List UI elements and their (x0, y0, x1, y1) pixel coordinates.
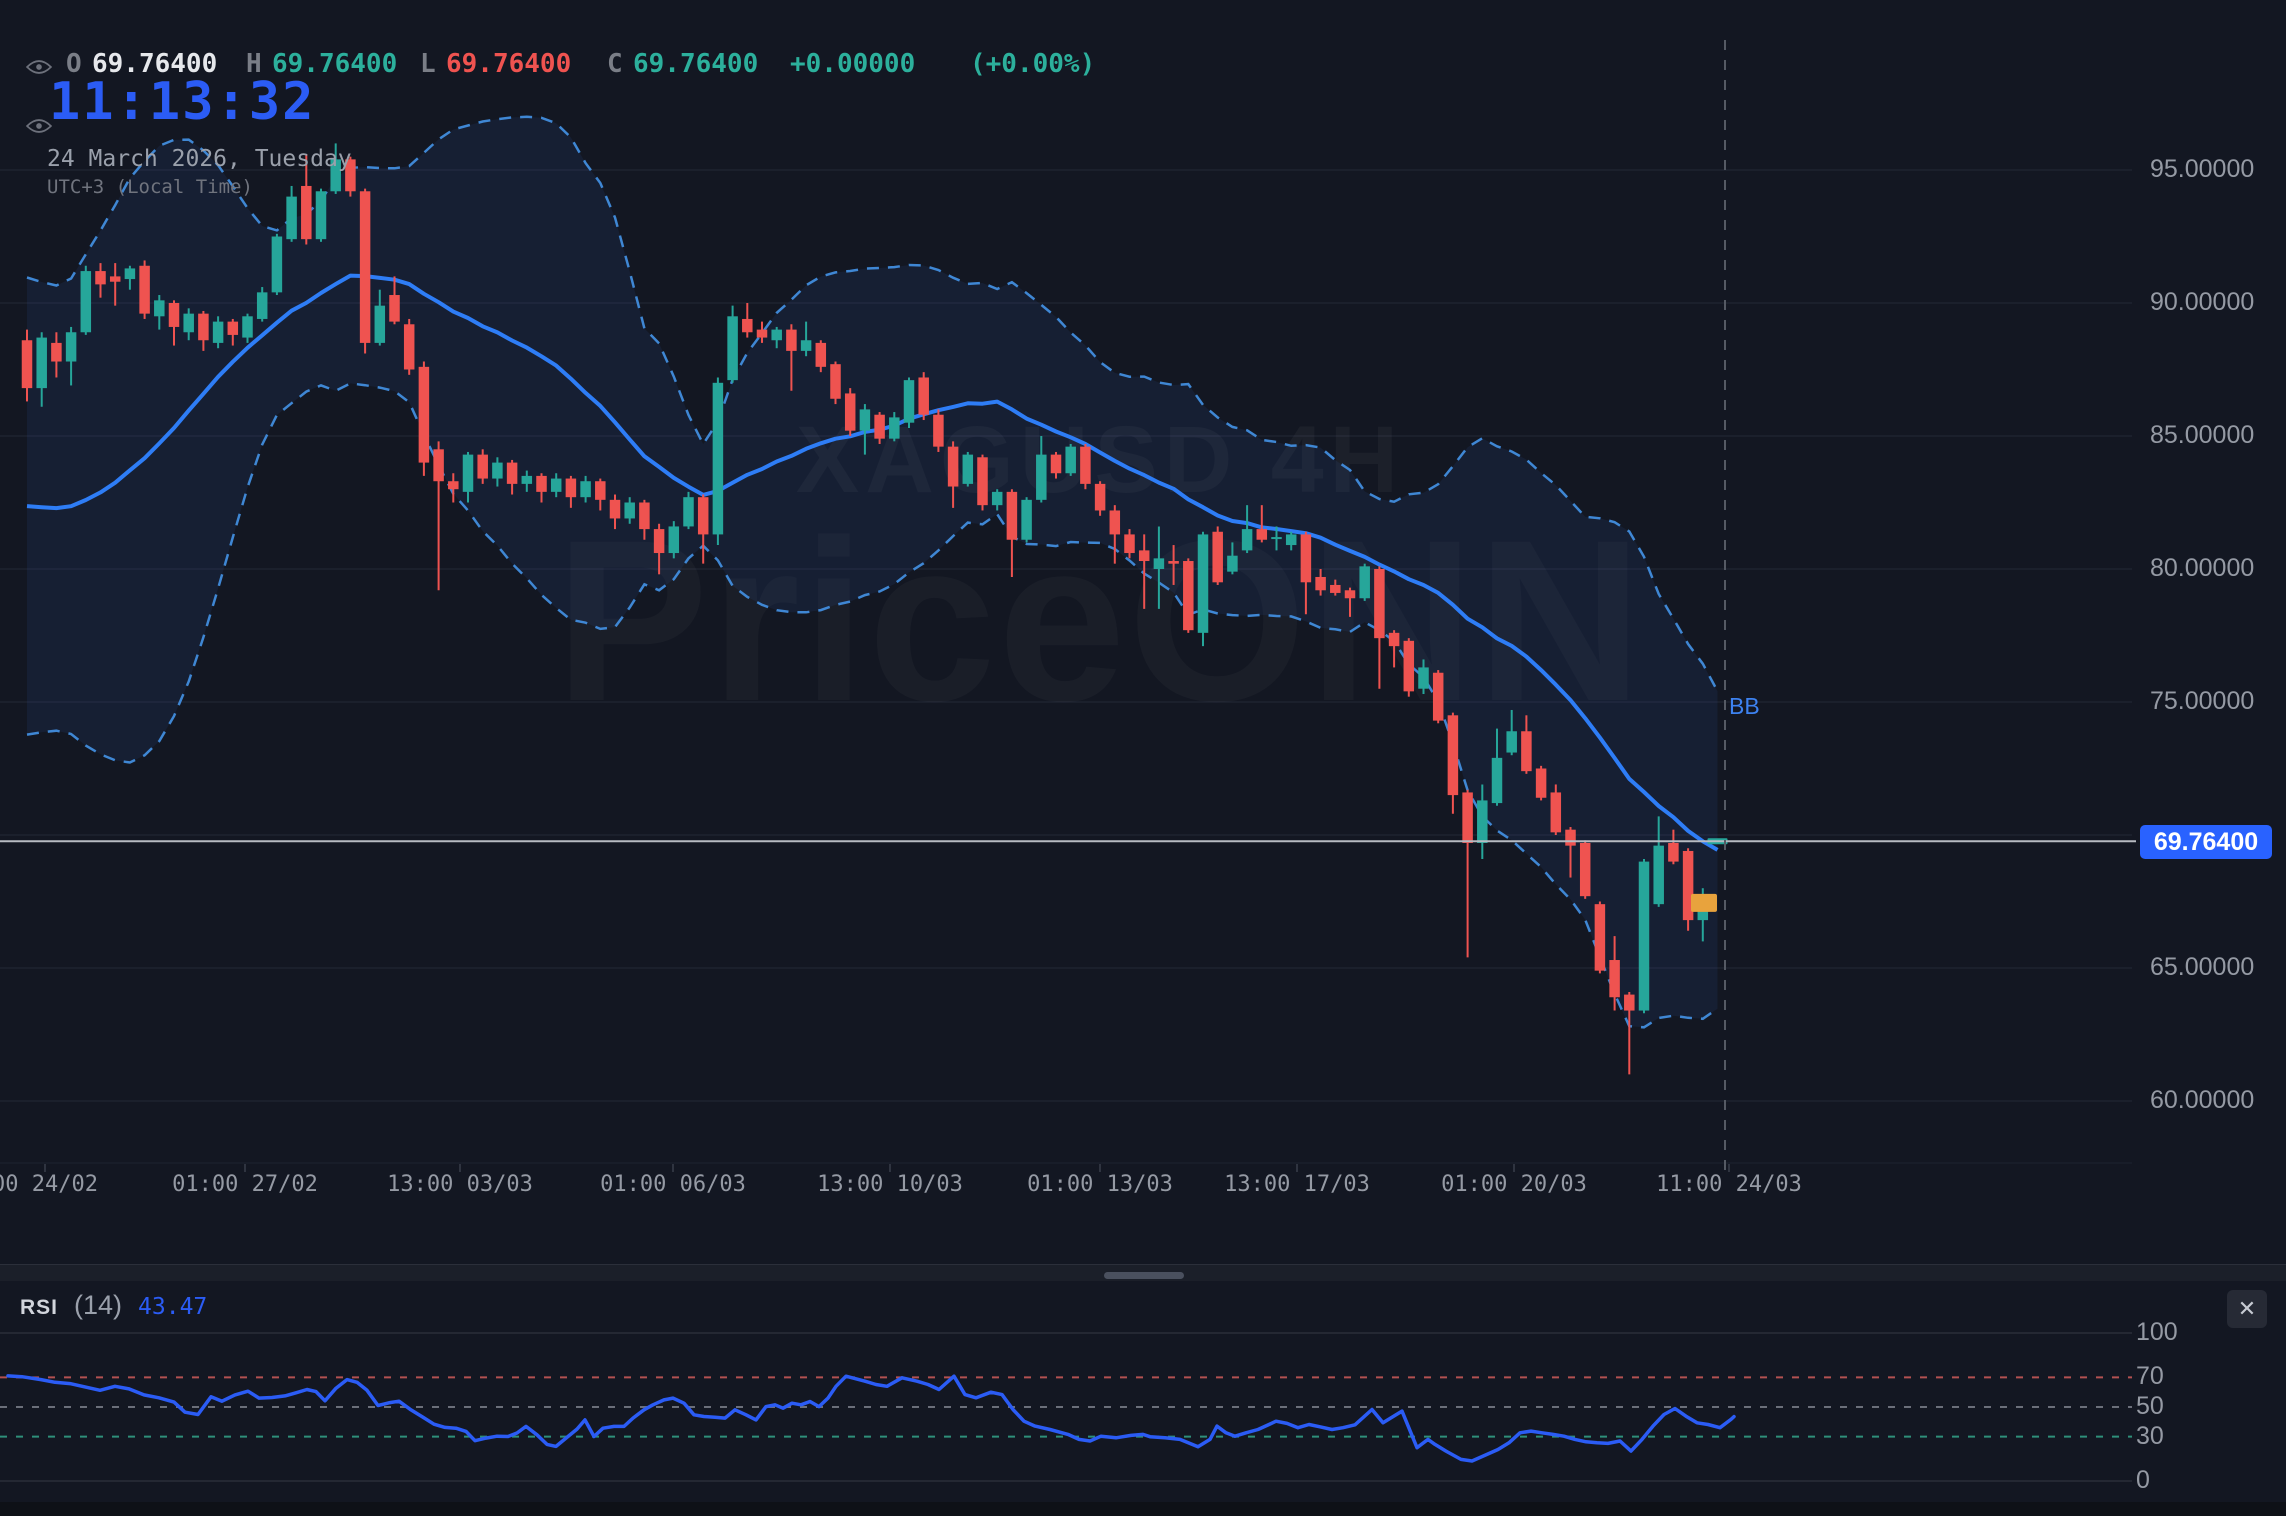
time-axis-label: 13:00 17/03 (1224, 1172, 1370, 1197)
time-axis-label: 13:00 10/03 (817, 1172, 963, 1197)
pane-resize-handle[interactable] (1104, 1272, 1184, 1279)
close-label: C (607, 49, 623, 79)
time-axis-label: 00 24/02 (0, 1172, 98, 1197)
rsi-axis-label: 50 (2136, 1392, 2164, 1420)
rsi-value: 43.47 (138, 1294, 208, 1320)
rsi-header: RSI (14) 43.47 (20, 1290, 207, 1321)
time-axis-label: 01:00 20/03 (1441, 1172, 1587, 1197)
change-value: +0.00000 (790, 49, 916, 79)
rsi-axis-label: 0 (2136, 1466, 2150, 1494)
close-value: 69.76400 (633, 49, 759, 79)
low-label: L (420, 49, 436, 79)
time-axis-label: 13:00 03/03 (387, 1172, 533, 1197)
price-axis-label: 65.00000 (2150, 953, 2255, 981)
rsi-title: RSI (20, 1296, 59, 1319)
timezone-label: UTC+3 (Local Time) (47, 176, 253, 198)
time-axis-label: 11:00 24/03 (1656, 1172, 1802, 1197)
price-axis-label: 60.00000 (2150, 1086, 2255, 1114)
clock: 11:13:32 (49, 72, 316, 132)
rsi-axis-label: 100 (2136, 1318, 2178, 1346)
price-axis-label: 85.00000 (2150, 421, 2255, 449)
bottom-edge (0, 1502, 2286, 1516)
time-axis-label: 01:00 13/03 (1027, 1172, 1173, 1197)
bb-band-label: BB (1729, 693, 1760, 719)
change-percent: (+0.00%) (970, 49, 1096, 79)
rsi-axis-label: 30 (2136, 1422, 2164, 1450)
current-price-badge: 69.76400 (2140, 825, 2272, 859)
rsi-period: (14) (74, 1290, 123, 1320)
price-chart-canvas[interactable]: XAGUSD 4HPriceONN (0, 0, 2286, 1516)
price-axis-label: 80.00000 (2150, 554, 2255, 582)
time-axis-label: 01:00 06/03 (600, 1172, 746, 1197)
rsi-axis-label: 70 (2136, 1362, 2164, 1390)
price-axis-label: 90.00000 (2150, 288, 2255, 316)
date-label: 24 March 2026, Tuesday (47, 146, 352, 172)
time-axis-label: 01:00 27/02 (172, 1172, 318, 1197)
eye-icon[interactable] (26, 117, 52, 135)
trading-app: XAGUSD 4HPriceONN O 69.76400 H 69.76400 … (0, 0, 2286, 1516)
price-axis-label: 95.00000 (2150, 155, 2255, 183)
price-axis-label: 75.00000 (2150, 687, 2255, 715)
rsi-close-button[interactable]: ✕ (2227, 1290, 2267, 1328)
low-value: 69.76400 (446, 49, 572, 79)
